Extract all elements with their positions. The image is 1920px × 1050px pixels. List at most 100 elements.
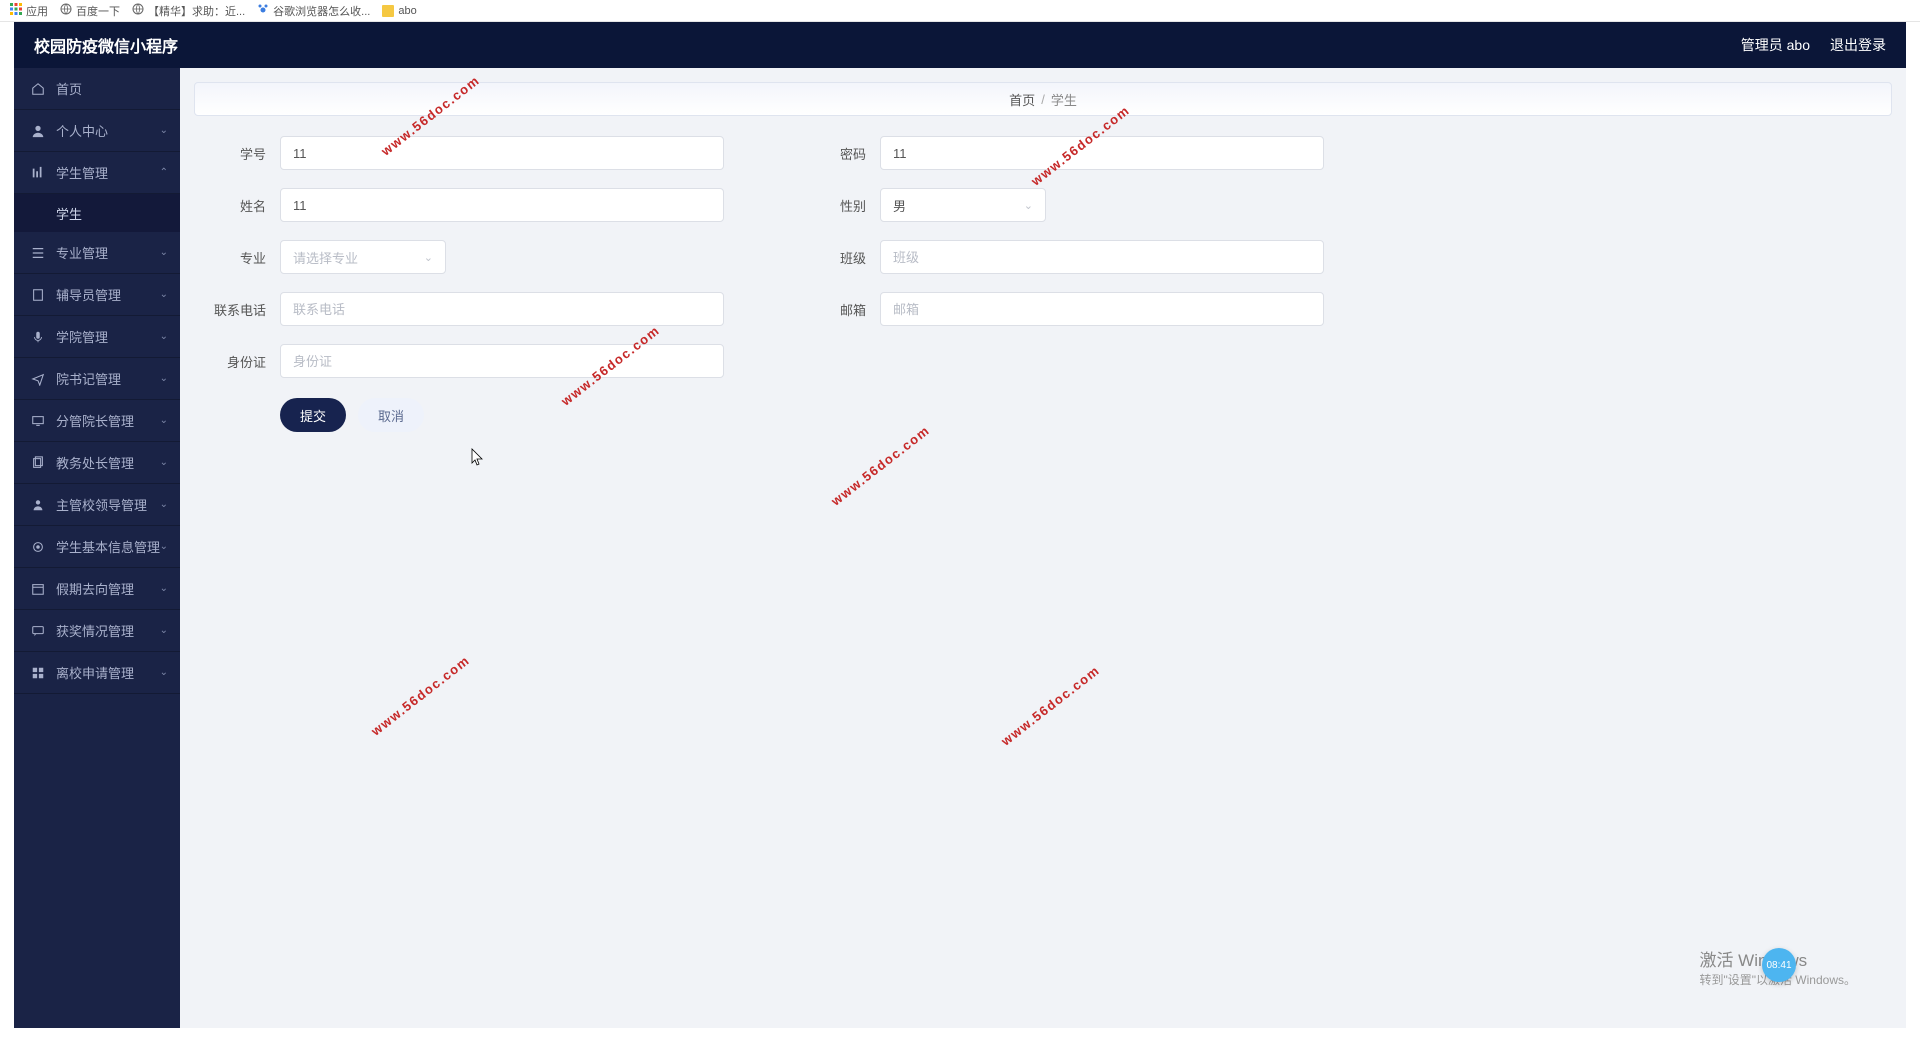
chevron-down-icon: ⌄	[160, 667, 168, 678]
input-class[interactable]	[880, 240, 1324, 274]
select-major[interactable]: 请选择专业 ⌄	[280, 240, 446, 274]
input-idcard[interactable]	[280, 344, 724, 378]
sidebar-item-home[interactable]: 首页	[14, 68, 180, 110]
input-studentid[interactable]	[280, 136, 724, 170]
bookmark-jinghua[interactable]: 【精华】求助：近...	[132, 3, 245, 19]
sidebar-item-profile[interactable]: 个人中心 ⌄	[14, 110, 180, 152]
topbar: 校园防疫微信小程序 管理员 abo 退出登录	[14, 22, 1906, 68]
sidebar-item-vicedean[interactable]: 分管院长管理 ⌄	[14, 400, 180, 442]
bookmark-chrome[interactable]: 谷歌浏览器怎么收...	[257, 3, 370, 19]
sidebar-item-major[interactable]: 专业管理 ⌄	[14, 232, 180, 274]
label-name: 姓名	[204, 196, 280, 215]
sidebar-item-label: 学生基本信息管理	[56, 537, 160, 556]
sidebar-item-label: 辅导员管理	[56, 285, 121, 304]
monitor-icon	[30, 414, 46, 428]
chevron-down-icon: ⌄	[160, 457, 168, 468]
copy-icon	[30, 456, 46, 470]
chevron-down-icon: ⌄	[160, 499, 168, 510]
chat-icon	[30, 624, 46, 638]
globe-icon	[132, 3, 144, 18]
input-email[interactable]	[880, 292, 1324, 326]
chevron-down-icon: ⌄	[160, 247, 168, 258]
sidebar-item-label: 获奖情况管理	[56, 621, 134, 640]
bookmark-abo[interactable]: abo	[382, 5, 416, 17]
sidebar-item-label: 院书记管理	[56, 369, 121, 388]
sidebar-item-label: 学生管理	[56, 163, 108, 182]
sidebar-item-leave[interactable]: 离校申请管理 ⌄	[14, 652, 180, 694]
sidebar-subitem-student[interactable]: 学生	[14, 194, 180, 232]
chevron-down-icon: ⌄	[160, 331, 168, 342]
logout-link[interactable]: 退出登录	[1830, 35, 1886, 55]
chevron-down-icon: ⌄	[160, 583, 168, 594]
paw-icon	[257, 3, 269, 18]
sidebar-item-academic[interactable]: 教务处长管理 ⌄	[14, 442, 180, 484]
breadcrumb-current: 学生	[1051, 90, 1077, 109]
folder-icon	[382, 5, 394, 17]
sidebar-item-award[interactable]: 获奖情况管理 ⌄	[14, 610, 180, 652]
label-phone: 联系电话	[204, 300, 280, 319]
sidebar-item-leader[interactable]: 主管校领导管理 ⌄	[14, 484, 180, 526]
chevron-down-icon: ⌄	[160, 125, 168, 136]
input-password[interactable]	[880, 136, 1324, 170]
sidebar-subitem-label: 学生	[56, 204, 82, 223]
bars-icon	[30, 166, 46, 180]
sidebar-item-holiday[interactable]: 假期去向管理 ⌄	[14, 568, 180, 610]
sidebar-item-secretary[interactable]: 院书记管理 ⌄	[14, 358, 180, 400]
apps-icon	[10, 3, 22, 18]
select-gender-value: 男	[893, 196, 906, 215]
time-badge: 08:41	[1762, 948, 1796, 982]
breadcrumb-sep: /	[1041, 92, 1045, 107]
select-gender[interactable]: 男 ⌄	[880, 188, 1046, 222]
apps-label: 应用	[26, 3, 48, 19]
label-idcard: 身份证	[204, 352, 280, 371]
bookmark-label: abo	[398, 5, 416, 17]
sidebar-item-student-mgmt[interactable]: 学生管理 ⌃	[14, 152, 180, 194]
bookmark-label: 谷歌浏览器怎么收...	[273, 3, 370, 19]
student-form: 学号 密码 姓名 性别 男	[194, 132, 1892, 436]
apps-bookmark[interactable]: 应用	[10, 3, 48, 19]
chevron-down-icon: ⌄	[160, 373, 168, 384]
browser-bookmarks-bar: 应用 百度一下 【精华】求助：近... 谷歌浏览器怎么收... abo	[0, 0, 1920, 22]
grid-icon	[30, 666, 46, 680]
input-phone[interactable]	[280, 292, 724, 326]
home-icon	[30, 82, 46, 96]
chevron-down-icon: ⌄	[424, 251, 433, 264]
label-studentid: 学号	[204, 144, 280, 163]
watermark: www.56doc.com	[368, 652, 472, 738]
person-icon	[30, 498, 46, 512]
globe-icon	[60, 3, 72, 18]
sidebar-item-studentinfo[interactable]: 学生基本信息管理 ⌄	[14, 526, 180, 568]
label-class: 班级	[804, 248, 880, 267]
app-wrapper: 校园防疫微信小程序 管理员 abo 退出登录 首页 个人中心 ⌄ 学生管理 ⌃ …	[14, 22, 1906, 1028]
chevron-down-icon: ⌄	[160, 625, 168, 636]
chevron-down-icon: ⌄	[1024, 199, 1033, 212]
sidebar-item-label: 假期去向管理	[56, 579, 134, 598]
list-icon	[30, 246, 46, 260]
bookmark-baidu[interactable]: 百度一下	[60, 3, 120, 19]
label-password: 密码	[804, 144, 880, 163]
calendar-icon	[30, 582, 46, 596]
label-gender: 性别	[804, 196, 880, 215]
input-name[interactable]	[280, 188, 724, 222]
label-major: 专业	[204, 248, 280, 267]
sidebar-item-label: 首页	[56, 79, 82, 98]
bookmark-label: 【精华】求助：近...	[148, 3, 245, 19]
sidebar-item-label: 个人中心	[56, 121, 108, 140]
sidebar-item-counselor[interactable]: 辅导员管理 ⌄	[14, 274, 180, 316]
sidebar-item-label: 专业管理	[56, 243, 108, 262]
user-label[interactable]: 管理员 abo	[1741, 35, 1810, 55]
select-major-placeholder: 请选择专业	[293, 248, 358, 267]
breadcrumb: 首页 / 学生	[194, 82, 1892, 116]
watermark: www.56doc.com	[998, 662, 1102, 748]
mic-icon	[30, 330, 46, 344]
send-icon	[30, 372, 46, 386]
submit-button[interactable]: 提交	[280, 398, 346, 432]
user-icon	[30, 124, 46, 138]
breadcrumb-home[interactable]: 首页	[1009, 90, 1035, 109]
bookmark-label: 百度一下	[76, 3, 120, 19]
sidebar-item-college[interactable]: 学院管理 ⌄	[14, 316, 180, 358]
cancel-button[interactable]: 取消	[358, 398, 424, 432]
chevron-down-icon: ⌄	[160, 541, 168, 552]
chevron-down-icon: ⌄	[160, 289, 168, 300]
chevron-up-icon: ⌃	[160, 167, 168, 178]
